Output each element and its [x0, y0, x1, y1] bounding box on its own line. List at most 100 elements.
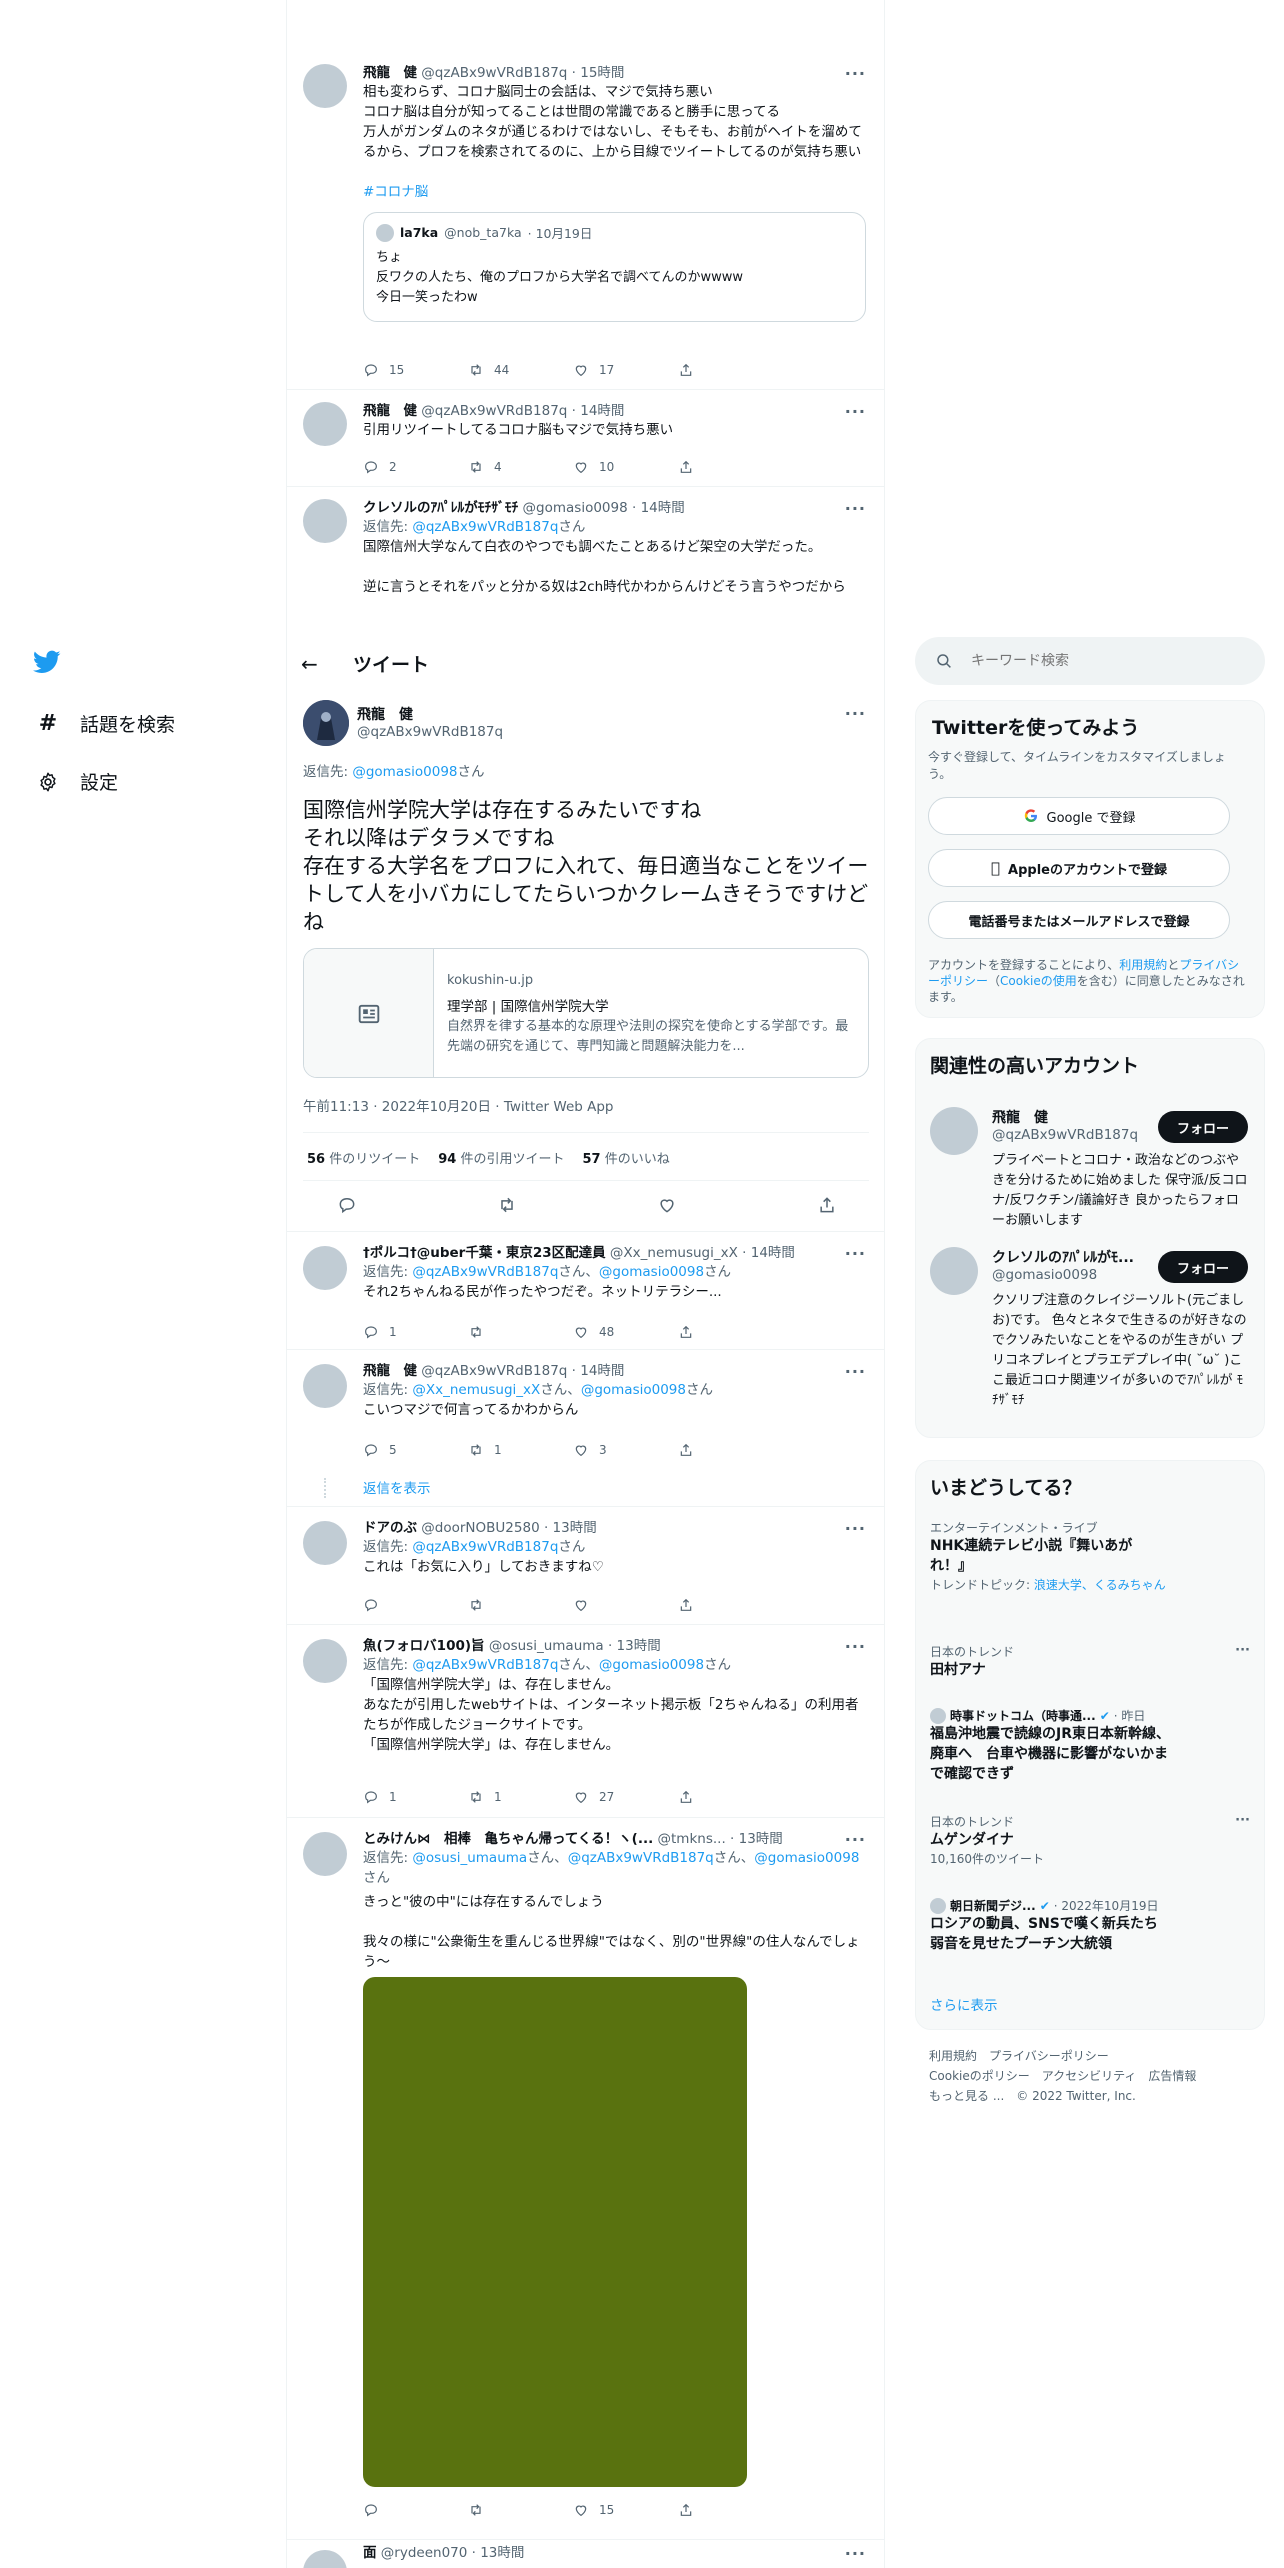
reply-button[interactable]: 1 — [363, 1324, 468, 1340]
avatar[interactable] — [303, 2550, 347, 2568]
google-signup-button[interactable]: Google で登録 — [928, 797, 1230, 835]
author-name[interactable]: 面 — [363, 2545, 377, 2561]
like-button[interactable]: 10 — [573, 459, 678, 475]
tweet-time[interactable]: · 13時間 — [730, 1831, 783, 1847]
like-button[interactable]: 3 — [573, 1442, 678, 1458]
author-name[interactable]: ドアのぶ — [363, 1520, 417, 1536]
quote-tweet[interactable]: la7ka @nob_ta7ka · 10月19日 ちょ 反ワクの人たち、俺のプ… — [363, 212, 866, 322]
author-name[interactable]: クレソルのｱﾊﾟﾚﾙがﾓﾁｻﾞﾓﾁ — [363, 500, 518, 516]
news-item[interactable]: 朝日新聞デジ... ✔ · 2022年10月19日 ロシアの動員、SNSで嘆く新… — [930, 1897, 1250, 1954]
avatar[interactable] — [303, 700, 349, 746]
share-button[interactable] — [678, 2502, 783, 2518]
reply-mention[interactable]: @gomasio0098 — [581, 1382, 686, 1398]
reply-mention[interactable]: @Xx_nemusugi_xX — [412, 1382, 540, 1398]
reply-tweet[interactable]: ··· とみけん⋈ 相棒 亀ちゃん帰ってくる！ヽ(... @tmkns... ·… — [287, 1818, 884, 2540]
author-name[interactable]: †ポルコ†@uber千葉・東京23区配達員 — [363, 1245, 606, 1261]
account-handle[interactable]: @gomasio0098 — [992, 1267, 1097, 1283]
share-button[interactable] — [678, 1442, 783, 1458]
more-icon[interactable]: ··· — [845, 704, 866, 723]
retweet-button[interactable]: 44 — [468, 362, 573, 378]
reply-mention[interactable]: @qzABx9wVRdB187q — [412, 519, 558, 535]
retweet-button[interactable]: 1 — [468, 1442, 573, 1458]
reply-button[interactable]: 5 — [363, 1442, 468, 1458]
tweet-time[interactable]: · 14時間 — [572, 1363, 625, 1379]
reply-tweet[interactable]: ··· 面 @rydeen070 · 13時間 — [287, 2540, 884, 2568]
tos-link[interactable]: 利用規約 — [1119, 958, 1167, 972]
retweet-button[interactable] — [468, 1597, 573, 1613]
reply-mention[interactable]: @osusi_umauma — [412, 1850, 527, 1866]
avatar[interactable] — [303, 1639, 347, 1683]
retweet-button[interactable]: 4 — [468, 459, 573, 475]
twitter-logo-icon[interactable] — [32, 648, 64, 678]
share-icon[interactable] — [817, 1195, 837, 1215]
share-button[interactable] — [678, 362, 783, 378]
avatar[interactable] — [303, 1364, 347, 1408]
tweet-time[interactable]: · 14時間 — [742, 1245, 795, 1261]
avatar[interactable] — [303, 499, 347, 543]
show-replies-link[interactable]: 返信を表示 — [363, 1477, 431, 1497]
like-button[interactable]: 15 — [573, 2502, 678, 2518]
tweet-time[interactable]: · 13時間 — [472, 2545, 525, 2561]
author-handle[interactable]: @qzABx9wVRdB187q — [421, 403, 567, 419]
author-name[interactable]: 魚(フォロバ100)旨 — [363, 1638, 485, 1654]
author-name[interactable]: とみけん⋈ 相棒 亀ちゃん帰ってくる！ヽ(... — [363, 1831, 653, 1847]
tweet-timestamp[interactable]: 午前11:13 · 2022年10月20日 · Twitter Web App — [303, 1095, 614, 1115]
likes-stat[interactable]: 57 件のいいね — [582, 1148, 669, 1167]
reply-tweet[interactable]: ··· †ポルコ†@uber千葉・東京23区配達員 @Xx_nemusugi_x… — [287, 1232, 884, 1350]
like-button[interactable]: 17 — [573, 362, 678, 378]
reply-icon[interactable] — [337, 1195, 357, 1215]
like-button[interactable] — [573, 1597, 678, 1613]
reply-mention[interactable]: @gomasio0098 — [754, 1850, 859, 1866]
share-button[interactable] — [678, 1324, 783, 1340]
follow-button[interactable]: フォロー — [1158, 1251, 1248, 1283]
reply-button[interactable] — [363, 2502, 468, 2518]
follow-button[interactable]: フォロー — [1158, 1111, 1248, 1143]
tweet-time[interactable]: · 14時間 — [632, 500, 685, 516]
avatar[interactable] — [303, 64, 347, 108]
hashtag-link[interactable]: #コロナ脳 — [363, 180, 868, 200]
author-handle[interactable]: @tmkns... — [658, 1831, 726, 1847]
tweet-time[interactable]: · 13時間 — [544, 1520, 597, 1536]
share-button[interactable] — [678, 1789, 783, 1805]
reply-tweet[interactable]: ··· 魚(フォロバ100)旨 @osusi_umauma · 13時間 返信先… — [287, 1625, 884, 1818]
like-button[interactable]: 48 — [573, 1324, 678, 1340]
apple-signup-button[interactable]:  Appleのアカウントで登録 — [928, 849, 1230, 887]
author-handle[interactable]: @doorNOBU2580 — [421, 1520, 539, 1536]
author-name[interactable]: 飛龍 健 — [357, 704, 413, 724]
retweet-button[interactable] — [468, 1324, 573, 1340]
trend-item[interactable]: 日本のトレンド 田村アナ ··· — [930, 1643, 1250, 1680]
search-box[interactable] — [915, 637, 1265, 685]
reply-button[interactable]: 15 — [363, 362, 468, 378]
avatar[interactable] — [303, 1246, 347, 1290]
back-arrow-icon[interactable]: ← — [301, 652, 341, 676]
account-item[interactable]: 飛龍 健 @qzABx9wVRdB187q フォロー プライベートとコロナ・政治… — [916, 1095, 1264, 1235]
trend-item[interactable]: 日本のトレンド ムゲンダイナ 10,160件のツイート ··· — [930, 1813, 1250, 1867]
search-input[interactable] — [971, 653, 1231, 669]
reply-tweet[interactable]: ··· ドアのぶ @doorNOBU2580 · 13時間 返信先: @qzAB… — [287, 1507, 884, 1625]
phone-email-signup-button[interactable]: 電話番号またはメールアドレスで登録 — [928, 901, 1230, 939]
avatar[interactable] — [303, 1521, 347, 1565]
reply-mention[interactable]: @qzABx9wVRdB187q — [412, 1264, 558, 1280]
reply-mention[interactable]: @gomasio0098 — [599, 1264, 704, 1280]
news-item[interactable]: 時事ドットコム（時事通... ✔ · 昨日 福島沖地震で読線のJR東日本新幹線、… — [930, 1707, 1250, 1784]
author-handle[interactable]: @qzABx9wVRdB187q — [357, 724, 503, 740]
tweet-time[interactable]: · 14時間 — [572, 403, 625, 419]
tweet-time[interactable]: · 13時間 — [608, 1638, 661, 1654]
tweet-card[interactable]: ··· 飛龍 健 @qzABx9wVRdB187q · 15時間 相も変わらず、… — [287, 50, 884, 390]
show-more-link[interactable]: さらに表示 — [930, 1994, 998, 2014]
reply-button[interactable]: 2 — [363, 459, 468, 475]
author-handle[interactable]: @qzABx9wVRdB187q — [421, 1363, 567, 1379]
trend-item[interactable]: エンターテインメント・ライブ NHK連続テレビ小説『舞いあがれ！』 トレンドトピ… — [930, 1519, 1250, 1593]
author-handle[interactable]: @Xx_nemusugi_xX — [610, 1245, 738, 1261]
account-name[interactable]: 飛龍 健 — [992, 1107, 1048, 1127]
tweet-time[interactable]: · 15時間 — [572, 65, 625, 81]
link-card[interactable]: kokushin-u.jp 理学部 | 国際信州学院大学 自然界を律する基本的な… — [303, 948, 869, 1078]
more-icon[interactable]: ··· — [1235, 1643, 1250, 1658]
footer-line[interactable]: もっと見る ... © 2022 Twitter, Inc. — [929, 2086, 1196, 2106]
nav-settings[interactable]: 設定 — [36, 768, 118, 795]
account-item[interactable]: クレソルのｱﾊﾟﾚﾙがﾓ... @gomasio0098 フォロー クソリプ注意… — [916, 1235, 1264, 1437]
reply-tweet[interactable]: ··· 飛龍 健 @qzABx9wVRdB187q · 14時間 返信先: @X… — [287, 1350, 884, 1507]
author-handle[interactable]: @osusi_umauma — [489, 1638, 604, 1654]
reply-mention[interactable]: @gomasio0098 — [599, 1657, 704, 1673]
quotes-stat[interactable]: 94 件の引用ツイート — [438, 1148, 564, 1167]
